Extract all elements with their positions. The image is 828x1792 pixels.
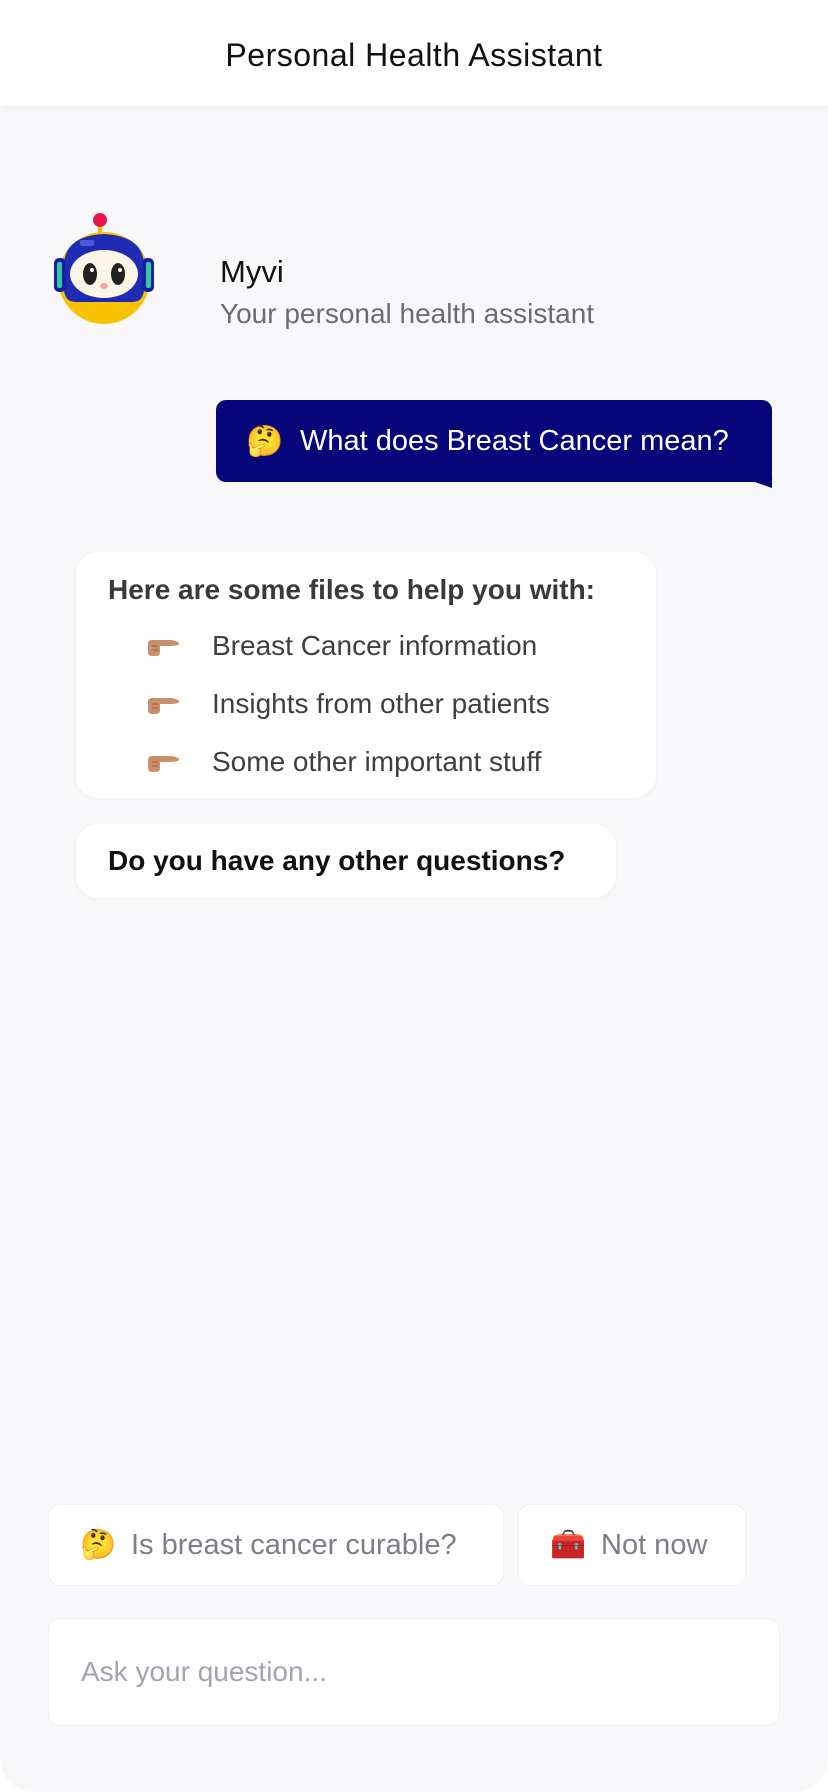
file-link-label: Insights from other patients <box>212 688 550 719</box>
user-message-text: What does Breast Cancer mean? <box>300 424 729 457</box>
suggestion-chip-curable[interactable]: 🤔 Is breast cancer curable? <box>48 1504 504 1586</box>
suggestion-chip-not-now[interactable]: 🧰 Not now <box>518 1504 746 1586</box>
file-link-label: Breast Cancer information <box>212 630 538 661</box>
ask-question-input[interactable] <box>48 1618 780 1726</box>
bot-intro: Myvi Your personal health assistant <box>48 210 788 350</box>
file-link-breast-cancer-information[interactable]: Breast Cancer information <box>146 626 537 666</box>
pointing-hand-icon <box>146 690 182 718</box>
bot-subtitle: Your personal health assistant <box>220 298 595 329</box>
suggestion-label: Not now <box>601 1528 708 1561</box>
page-title: Personal Health Assistant <box>225 36 603 73</box>
chat-screen: Personal Health Assistant Myvi Your pers… <box>0 0 828 1792</box>
follow-up-text: Do you have any other questions? <box>108 845 566 876</box>
suggestion-label: Is breast cancer curable? <box>131 1528 457 1561</box>
robot-avatar-icon <box>48 210 186 348</box>
user-message-bubble: 🤔 What does Breast Cancer mean? <box>216 400 772 488</box>
pointing-hand-icon <box>146 632 182 660</box>
follow-up-message: Do you have any other questions? <box>76 824 616 898</box>
app-header: Personal Health Assistant <box>0 0 828 106</box>
files-card-title: Here are some files to help you with: <box>108 574 596 605</box>
files-card: Here are some files to help you with: Br… <box>76 552 656 798</box>
file-link-label: Some other important stuff <box>212 746 542 777</box>
bot-name: Myvi <box>220 254 284 289</box>
file-link-insights-from-other-patients[interactable]: Insights from other patients <box>146 684 550 724</box>
pointing-hand-icon <box>146 748 182 776</box>
file-link-some-other-important-stuff[interactable]: Some other important stuff <box>146 742 541 782</box>
thinking-face-icon: 🤔 <box>79 1529 117 1561</box>
thinking-face-icon: 🤔 <box>246 424 284 458</box>
bubble-tail <box>732 474 772 488</box>
toolbox-icon: 🧰 <box>549 1529 587 1561</box>
